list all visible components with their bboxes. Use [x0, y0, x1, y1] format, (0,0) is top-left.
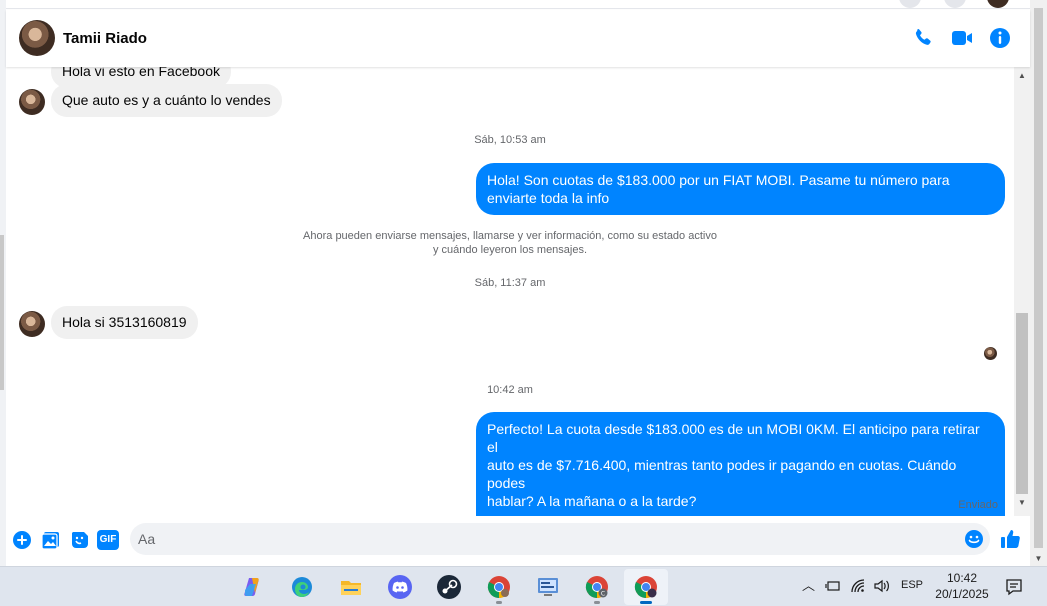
message-composer: GIF [6, 516, 1030, 566]
like-icon[interactable] [999, 528, 1021, 550]
top-bar-remnant [6, 0, 1030, 9]
browser-scroll-thumb[interactable] [1034, 8, 1043, 548]
incoming-message[interactable]: Que auto es y a cuánto lo vendes [51, 84, 282, 117]
notification-icon[interactable] [1004, 577, 1024, 597]
message-line: Perfecto! La cuota desde $183.000 es de … [487, 421, 980, 455]
scroll-up-arrow-icon[interactable]: ▲ [1014, 69, 1030, 83]
chrome-profile-c-icon[interactable]: C [575, 569, 619, 605]
timestamp: Sáb, 11:37 am [474, 277, 546, 289]
video-camera-icon[interactable] [950, 26, 974, 50]
clock-time: 10:42 [946, 571, 978, 585]
taskbar: C ︿ ESP 10:42 20/1/2025 [0, 566, 1047, 606]
read-receipt-avatar [984, 347, 997, 360]
battery-plug-icon[interactable] [825, 579, 841, 593]
timestamp: Sáb, 10:53 am [474, 134, 546, 146]
message-line: auto es de $7.716.400, mientras tanto po… [487, 457, 957, 491]
clock[interactable]: 10:42 20/1/2025 [926, 570, 998, 602]
svg-text:C: C [601, 591, 605, 598]
scroll-thumb[interactable] [1016, 313, 1028, 494]
sticker-icon[interactable] [69, 529, 91, 551]
outgoing-message[interactable]: Perfecto! La cuota desde $183.000 es de … [476, 412, 1005, 516]
contact-avatar[interactable] [19, 20, 55, 56]
copilot-icon[interactable] [231, 569, 275, 605]
incoming-message[interactable]: Hola si 3513160819 [51, 306, 198, 339]
discord-icon[interactable] [378, 569, 422, 605]
top-bar-button[interactable] [899, 0, 921, 8]
timestamp: 10:42 am [487, 384, 533, 396]
contact-avatar-small[interactable] [19, 311, 45, 337]
info-icon[interactable] [988, 26, 1012, 50]
message-input[interactable] [138, 523, 948, 555]
clock-date: 20/1/2025 [935, 587, 989, 601]
chat-window: Tamii Riado Hola vi esto en Facebook Que… [6, 0, 1030, 566]
edge-icon[interactable] [280, 569, 324, 605]
message-line: hablar? A la mañana o a la tarde? [487, 493, 697, 509]
gif-icon[interactable]: GIF [97, 530, 119, 550]
browser-scrollbar[interactable]: ▼ [1030, 0, 1047, 566]
plus-icon[interactable] [11, 529, 33, 551]
contact-avatar-small[interactable] [19, 89, 45, 115]
system-message-line: Ahora pueden enviarse mensajes, llamarse… [303, 230, 717, 242]
message-scrollbar[interactable]: ▲ ▼ [1014, 67, 1030, 516]
profile-avatar[interactable] [987, 0, 1009, 8]
screen: Tamii Riado Hola vi esto en Facebook Que… [0, 0, 1047, 606]
file-explorer-icon[interactable] [329, 569, 373, 605]
browser-scroll-down-icon[interactable]: ▼ [1030, 552, 1047, 566]
wifi-icon[interactable] [850, 578, 866, 594]
top-bar-button[interactable] [944, 0, 966, 8]
sent-status: Enviado [958, 499, 998, 511]
chrome-profile-icon[interactable] [624, 569, 668, 605]
contact-name[interactable]: Tamii Riado [63, 30, 147, 47]
message-input-wrapper [130, 523, 990, 555]
message-list[interactable]: Hola vi esto en Facebook Que auto es y a… [6, 67, 1014, 516]
control-panel-icon[interactable] [526, 569, 570, 605]
background-scroll-thumb[interactable] [0, 235, 4, 390]
phone-icon[interactable] [911, 26, 935, 50]
language-indicator[interactable]: ESP [901, 579, 923, 591]
chrome-icon[interactable] [477, 569, 521, 605]
outgoing-message[interactable]: Hola! Son cuotas de $183.000 por un FIAT… [476, 163, 1005, 215]
system-message-line: y cuándo leyeron los mensajes. [432, 244, 588, 256]
system-message: Ahora pueden enviarse mensajes, llamarse… [6, 229, 1014, 257]
chevron-up-icon[interactable]: ︿ [802, 575, 815, 594]
scroll-down-arrow-icon[interactable]: ▼ [1014, 496, 1030, 510]
steam-icon[interactable] [427, 569, 471, 605]
emoji-icon[interactable] [964, 529, 984, 549]
image-icon[interactable] [40, 529, 62, 551]
volume-icon[interactable] [873, 578, 891, 594]
chat-header: Tamii Riado [6, 10, 1030, 67]
